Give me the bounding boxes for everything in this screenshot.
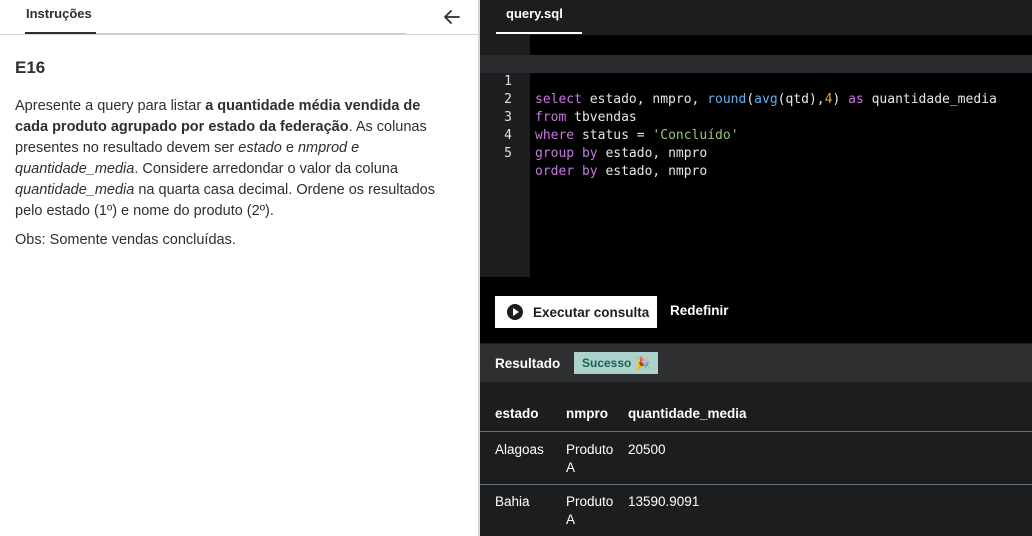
party-popper-icon: 🎉 bbox=[635, 356, 651, 370]
tab-instructions[interactable]: Instruções bbox=[26, 6, 92, 21]
status-badge: Sucesso 🎉 bbox=[574, 352, 659, 374]
result-title: Resultado bbox=[495, 356, 561, 371]
code-line[interactable]: 3 where status = 'Concluído' bbox=[480, 91, 1032, 143]
tab-query-sql[interactable]: query.sql bbox=[506, 6, 563, 21]
row-divider bbox=[480, 431, 1032, 432]
workspace-panel: query.sql 1 select estado, nmpro, round(… bbox=[480, 0, 1032, 536]
arrow-left-icon[interactable] bbox=[443, 8, 461, 26]
cell-estado: Bahia bbox=[495, 494, 530, 509]
exercise-note: Obs: Somente vendas concluídas. bbox=[15, 232, 236, 248]
cell-estado: Alagoas bbox=[495, 442, 544, 457]
result-table: estado nmpro quantidade_media Alagoas Pr… bbox=[480, 382, 1032, 536]
tab-divider bbox=[96, 33, 406, 34]
exercise-title: E16 bbox=[15, 58, 46, 77]
column-header-quantidade-media: quantidade_media bbox=[628, 406, 747, 421]
run-query-button[interactable]: Executar consulta bbox=[495, 296, 657, 328]
result-header: Resultado Sucesso 🎉 bbox=[480, 344, 1032, 382]
file-tabs: query.sql bbox=[480, 0, 1032, 34]
cell-nmpro: Produto A bbox=[566, 442, 614, 475]
code-text: order by estado, nmpro bbox=[535, 164, 708, 179]
file-tab-indicator bbox=[496, 32, 582, 34]
cell-quantidade-media: 20500 bbox=[628, 442, 666, 457]
code-line[interactable]: 2 from tbvendas bbox=[480, 73, 1032, 125]
cell-nmpro: Produto A bbox=[566, 494, 614, 527]
tab-active-indicator bbox=[25, 32, 96, 34]
code-editor[interactable]: 1 select estado, nmpro, round(avg(qtd),4… bbox=[480, 35, 1032, 277]
row-divider bbox=[480, 484, 1032, 485]
play-circle-icon bbox=[507, 304, 523, 320]
reset-button[interactable]: Redefinir bbox=[670, 303, 729, 318]
code-line[interactable]: 1 select estado, nmpro, round(avg(qtd),4… bbox=[480, 55, 1032, 107]
instructions-header: Instruções bbox=[0, 0, 478, 35]
exercise-description: Apresente a query para listar a quantida… bbox=[15, 98, 435, 219]
column-header-estado: estado bbox=[495, 406, 539, 421]
status-badge-label: Sucesso bbox=[582, 356, 632, 370]
run-query-label: Executar consulta bbox=[533, 304, 650, 320]
instructions-body: E16 Apresente a query para listar a quan… bbox=[15, 58, 455, 251]
cell-quantidade-media: 13590.9091 bbox=[628, 494, 700, 509]
column-header-nmpro: nmpro bbox=[566, 406, 608, 421]
code-line[interactable]: 4 group by estado, nmpro bbox=[480, 109, 1032, 161]
instructions-panel: Instruções E16 Apresente a query para li… bbox=[0, 0, 478, 536]
action-bar: Executar consulta Redefinir bbox=[480, 277, 1032, 343]
line-number: 5 bbox=[504, 146, 512, 161]
code-line[interactable]: 5 order by estado, nmpro bbox=[480, 127, 1032, 179]
code-text: group by estado, nmpro bbox=[535, 146, 708, 161]
